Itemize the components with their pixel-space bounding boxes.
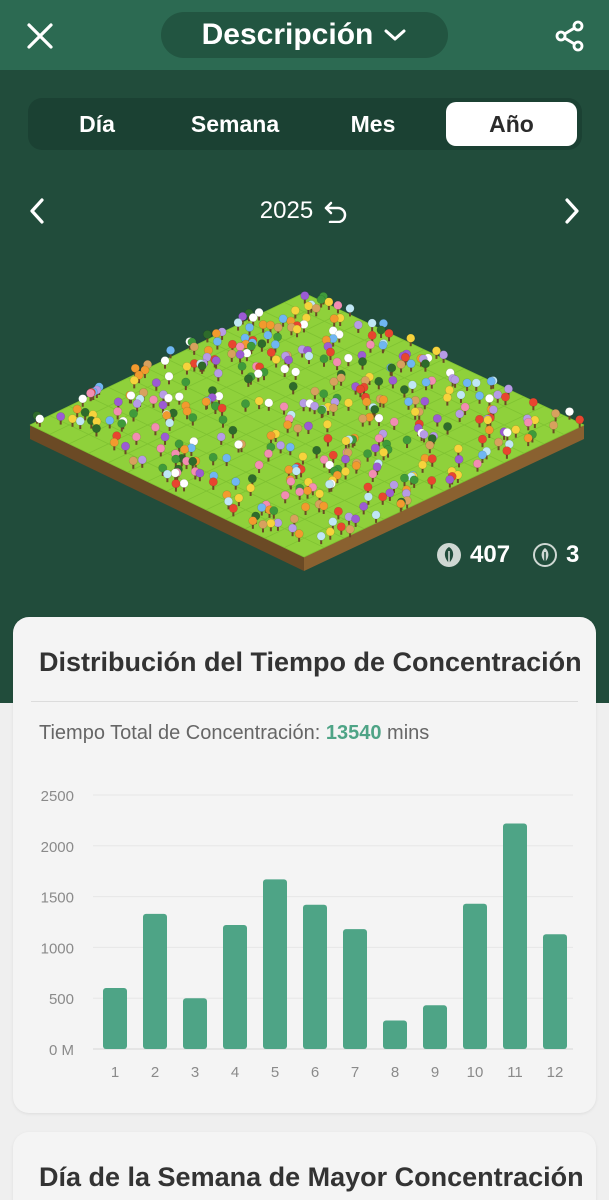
divider [31,701,578,702]
close-button[interactable] [14,10,66,62]
x-tick-label: 7 [351,1064,359,1081]
bar[interactable] [463,903,487,1049]
next-year-button[interactable] [549,188,595,234]
period-tabs: Día Semana Mes Año [28,98,582,150]
chevron-down-icon [384,29,406,41]
bar[interactable] [223,925,247,1049]
page-title-dropdown[interactable]: Descripción [161,12,448,58]
x-tick-label: 8 [391,1064,399,1081]
healthy-trees-stat: 407 [436,541,510,569]
bar[interactable] [383,1020,407,1049]
leaf-icon [437,543,461,567]
withered-leaf-icon [533,543,558,567]
focus-distribution-title: Distribución del Tiempo de Concentración [39,647,582,677]
x-tick-label: 1 [111,1064,119,1081]
top-bar: Descripción [0,0,609,70]
bar[interactable] [343,929,367,1049]
x-tick-label: 2 [151,1064,159,1081]
share-button[interactable] [544,10,596,62]
focus-distribution-card: Distribución del Tiempo de Concentración… [13,617,596,1113]
x-tick-label: 9 [431,1064,439,1081]
bar[interactable] [503,823,527,1049]
tab-year[interactable]: Año [446,102,577,146]
monthly-focus-bar-chart: 0 M50010001500200025001 2 3 4 5 6 7 8 9 10 11 12 [41,788,573,1081]
x-tick-label: 3 [191,1064,199,1081]
bar[interactable] [103,988,127,1049]
bar[interactable] [423,1005,447,1049]
date-navigator: 2025 [0,188,609,234]
tab-month[interactable]: Mes [308,102,438,146]
x-tick-label: 4 [231,1064,239,1081]
date-label: 2025 [259,197,314,224]
total-focus-value: 13540 [325,722,382,744]
bar[interactable] [303,904,327,1049]
y-tick-label: 2500 [41,788,74,805]
x-tick-label: 12 [547,1064,564,1081]
x-tick-label: 6 [311,1064,319,1081]
total-focus-time: Tiempo Total de Concentración: 13540 min… [39,722,429,745]
chevron-left-icon [30,198,44,224]
share-icon [555,20,584,52]
dead-trees-count: 3 [566,541,580,568]
bar[interactable] [143,913,167,1049]
close-icon [27,23,53,49]
bar[interactable] [263,879,287,1049]
previous-year-button[interactable] [14,188,60,234]
bar[interactable] [543,934,567,1049]
healthy-trees-count: 407 [470,541,511,568]
y-tick-label: 0 M [49,1042,74,1059]
x-tick-label: 5 [271,1064,279,1081]
page-title: Descripción [201,18,374,51]
undo-icon[interactable] [323,199,349,223]
peak-weekday-card: Día de la Semana de Mayor Concentración [13,1132,596,1200]
y-tick-label: 500 [49,991,74,1008]
peak-weekday-title: Día de la Semana de Mayor Concentración [39,1162,584,1192]
date-label-group: 2025 [0,188,609,234]
dead-trees-stat: 3 [532,541,579,569]
total-focus-label: Tiempo Total de Concentración: [39,722,321,744]
chevron-right-icon [565,198,579,224]
bar[interactable] [183,998,207,1049]
x-tick-label: 10 [467,1064,484,1081]
tab-day[interactable]: Día [32,102,162,146]
y-tick-label: 1000 [41,940,74,957]
x-tick-label: 11 [507,1064,523,1081]
y-tick-label: 1500 [41,890,74,907]
total-focus-unit: mins [387,722,430,744]
y-tick-label: 2000 [41,839,74,856]
tab-week[interactable]: Semana [166,102,304,146]
tree-stats: 407 3 [436,535,579,575]
